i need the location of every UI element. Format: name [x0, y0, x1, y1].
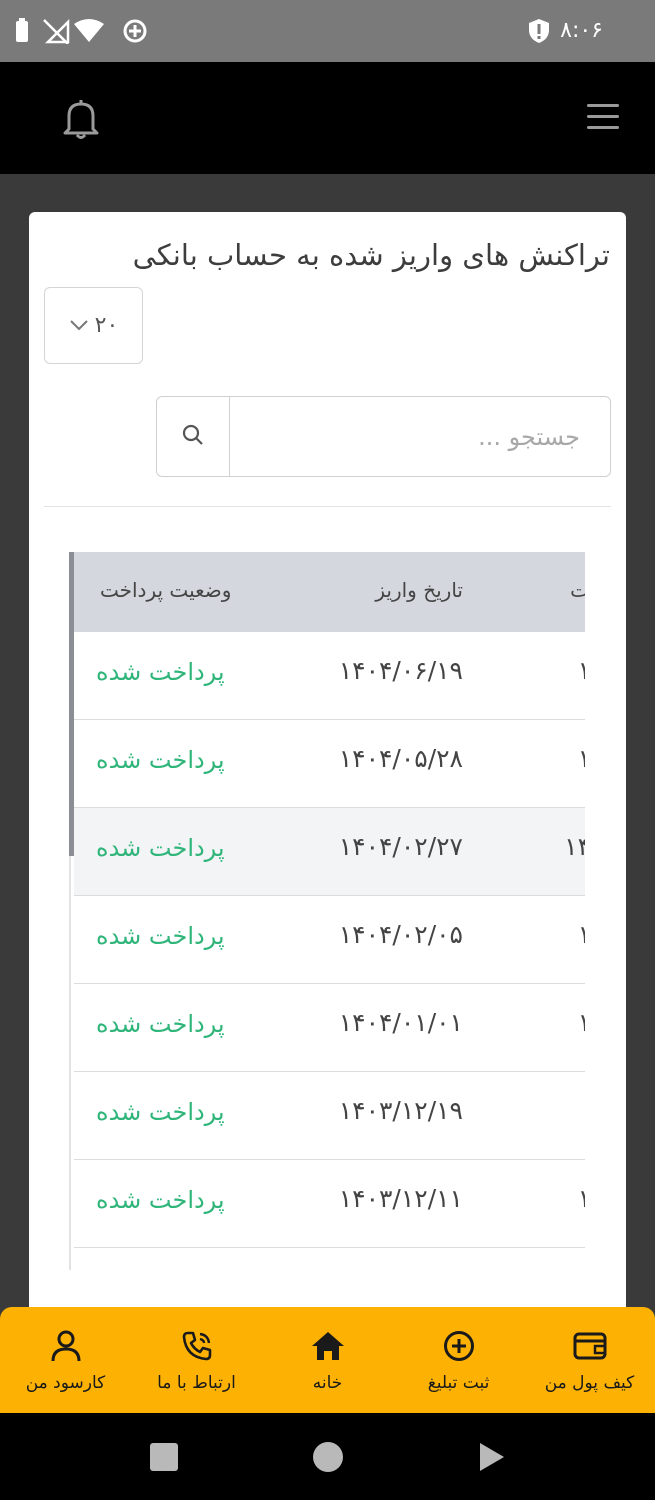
home-icon	[311, 1329, 345, 1363]
transactions-table: وضعیت پرداخت تاریخ واریز ت پرداخت شده ۱۴…	[69, 552, 585, 1270]
payment-status: پرداخت شده	[96, 1010, 225, 1038]
partial-cell: ۱	[577, 744, 585, 773]
deposit-date: ۱۴۰۳/۱۲/۱۹	[338, 1096, 463, 1125]
nav-label: ارتباط با ما	[157, 1373, 236, 1393]
nav-label: ثبت تبلیغ	[427, 1373, 490, 1393]
wallet-icon	[573, 1329, 607, 1363]
nav-item-contact-us[interactable]: ارتباط با ما	[131, 1307, 262, 1413]
deposit-date: ۱۴۰۳/۱۲/۱۱	[338, 1184, 463, 1213]
table-row[interactable]: پرداخت شده ۱۴۰۴/۰۶/۱۹ ۱	[74, 632, 585, 720]
table-row[interactable]: پرداخت شده ۱۴۰۳/۱۲/۱۹	[74, 1072, 585, 1160]
deposit-date: ۱۴۰۴/۰۲/۲۷	[338, 832, 463, 861]
chevron-down-icon	[69, 316, 89, 335]
divider	[44, 506, 611, 507]
nav-item-my-karsood[interactable]: کارسود من	[0, 1307, 131, 1413]
status-time: ۸:۰۶	[560, 18, 603, 43]
header-partial: ت	[570, 578, 585, 602]
payment-status: پرداخت شده	[96, 746, 225, 774]
app-bar	[0, 62, 655, 174]
bottom-navigation: کارسود من ارتباط با ما خانه ثبت تبلیغ کی…	[0, 1307, 655, 1413]
nav-label: کارسود من	[25, 1373, 106, 1393]
table-left-border	[69, 856, 71, 1270]
search-button[interactable]	[157, 397, 230, 476]
payment-status: پرداخت شده	[96, 922, 225, 950]
payment-status: پرداخت شده	[96, 834, 225, 862]
payment-status: پرداخت شده	[96, 1186, 225, 1214]
table-row[interactable]: پرداخت شده ۱۴۰۴/۰۲/۰۵ ۱	[74, 896, 585, 984]
payment-status: پرداخت شده	[96, 658, 225, 686]
nav-item-my-wallet[interactable]: کیف پول من	[524, 1307, 655, 1413]
deposit-date: ۱۴۰۴/۰۱/۰۱	[338, 1008, 463, 1037]
user-icon	[51, 1329, 81, 1363]
payment-status: پرداخت شده	[96, 1098, 225, 1126]
data-saver-icon	[122, 18, 148, 51]
phone-icon	[182, 1329, 212, 1363]
header-date: تاریخ واریز	[375, 578, 463, 602]
search-box	[156, 396, 611, 477]
recent-apps-button[interactable]	[150, 1443, 178, 1475]
table-row[interactable]: پرداخت شده ۱۴۰۴/۰۱/۰۱ ۱	[74, 984, 585, 1072]
hamburger-menu-icon[interactable]	[587, 104, 619, 130]
transactions-card: تراکنش های واریز شده به حساب بانکی ۲۰ وض…	[29, 212, 626, 1322]
home-button[interactable]	[312, 1441, 344, 1477]
table-row[interactable]: پرداخت شده ۱۴۰۴/۰۵/۲۸ ۱	[74, 720, 585, 808]
page-title: تراکنش های واریز شده به حساب بانکی	[132, 238, 610, 272]
partial-cell: ۱	[577, 1008, 585, 1037]
system-navigation-bar	[0, 1413, 655, 1500]
nav-label: خانه	[312, 1373, 343, 1393]
back-button[interactable]	[478, 1441, 506, 1477]
partial-cell: ۱	[577, 656, 585, 685]
nav-label: کیف پول من	[544, 1373, 635, 1393]
status-bar: ۸:۰۶	[0, 0, 655, 62]
deposit-date: ۱۴۰۴/۰۶/۱۹	[338, 656, 463, 685]
partial-cell: ۱۴	[564, 832, 585, 861]
page-size-select[interactable]: ۲۰	[44, 287, 143, 364]
table-row[interactable]: پرداخت شده ۱۴۰۳/۱۲/۱۱ ۱	[74, 1160, 585, 1248]
notification-bell-icon[interactable]	[62, 98, 100, 140]
no-signal-icon	[42, 18, 70, 51]
search-input[interactable]	[230, 397, 600, 476]
page-size-value: ۲۰	[94, 313, 119, 338]
nav-item-home[interactable]: خانه	[262, 1307, 393, 1413]
nav-item-post-ad[interactable]: ثبت تبلیغ	[393, 1307, 524, 1413]
deposit-date: ۱۴۰۴/۰۲/۰۵	[338, 920, 463, 949]
battery-icon	[14, 18, 30, 51]
search-icon	[181, 423, 205, 451]
header-status: وضعیت پرداخت	[100, 578, 232, 602]
partial-cell: ۱	[577, 1184, 585, 1213]
table-header: وضعیت پرداخت تاریخ واریز ت	[74, 552, 585, 632]
plus-circle-icon	[443, 1329, 475, 1363]
wifi-icon	[72, 18, 106, 51]
shield-icon	[528, 18, 550, 51]
table-row[interactable]: پرداخت شده ۱۴۰۴/۰۲/۲۷ ۱۴	[74, 808, 585, 896]
partial-cell: ۱	[577, 920, 585, 949]
deposit-date: ۱۴۰۴/۰۵/۲۸	[338, 744, 463, 773]
